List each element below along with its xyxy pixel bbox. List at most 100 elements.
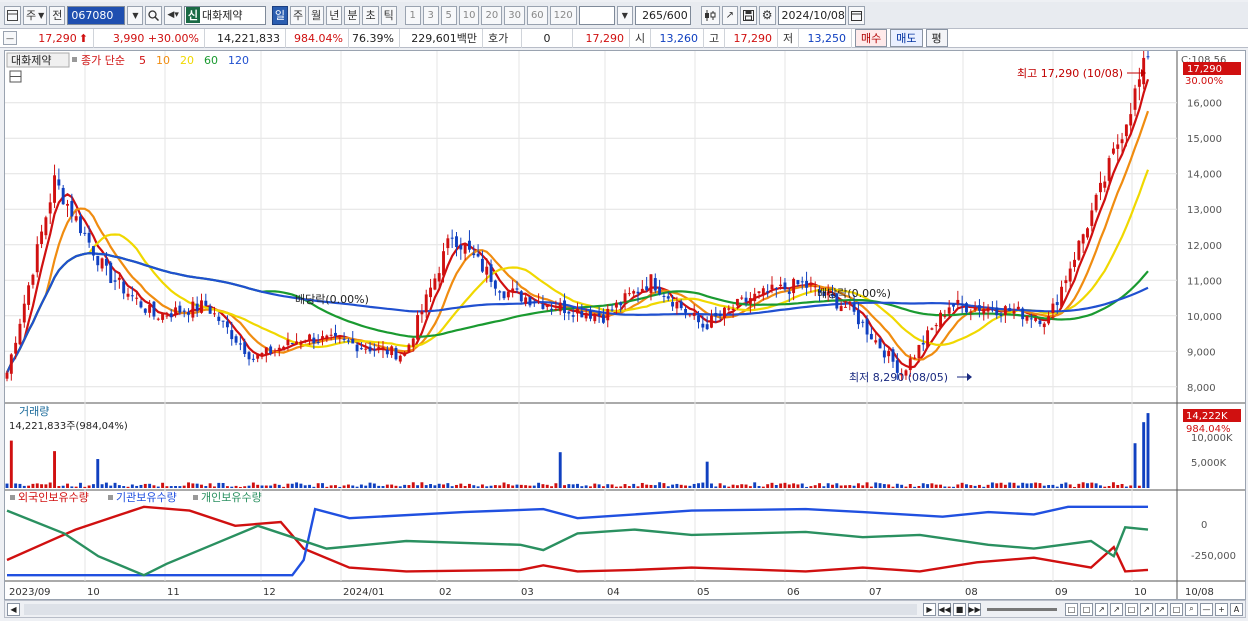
tool-icon-3[interactable]: ↗ xyxy=(1095,602,1108,616)
tick-step-2[interactable]: 5 xyxy=(440,5,457,25)
chart-area[interactable]: 대화제약 종가 단순 5 10 20 60 120 C:108.56 16,000 15,… xyxy=(4,44,1246,600)
sell-button[interactable]: 매도 xyxy=(890,29,923,47)
period-tab-4[interactable]: 분 xyxy=(344,5,361,25)
search-icon[interactable] xyxy=(145,5,163,25)
volume-bar xyxy=(260,485,264,488)
volume-bar xyxy=(213,486,216,488)
zoom-out-icon[interactable]: — xyxy=(1200,602,1213,616)
stock-code-input[interactable]: 067080 xyxy=(67,5,126,25)
font-size-icon[interactable]: A xyxy=(1230,602,1243,616)
period-tab-2[interactable]: 월 xyxy=(308,5,325,25)
candle-body xyxy=(213,313,216,315)
speaker-icon[interactable]: ◀▾ xyxy=(164,5,182,25)
candle-body xyxy=(1073,259,1076,267)
custom-step-input[interactable] xyxy=(578,5,615,25)
prev-button[interactable]: 전 xyxy=(49,5,66,25)
volume-bar xyxy=(580,486,584,488)
candle-body xyxy=(601,314,605,323)
period-tab-5[interactable]: 초 xyxy=(362,5,379,25)
scroll-track[interactable] xyxy=(24,603,917,615)
gear-icon[interactable]: ⚙ xyxy=(758,5,776,25)
tick-step-6[interactable]: 60 xyxy=(526,5,548,25)
candle-body xyxy=(990,309,994,311)
scroll-left-icon[interactable]: ◀ xyxy=(7,602,20,616)
play-icon[interactable]: ▶ xyxy=(923,602,936,616)
candle-body xyxy=(351,338,355,344)
candle-body xyxy=(1008,308,1012,312)
candle-body xyxy=(442,251,445,276)
volume-bar xyxy=(960,482,964,488)
info-toggle-icon[interactable]: — xyxy=(3,31,17,45)
tool-icon-5[interactable]: □ xyxy=(1125,602,1138,616)
candle-body xyxy=(580,310,584,318)
count-field[interactable]: 265 /600 xyxy=(634,5,691,25)
tick-step-0[interactable]: 1 xyxy=(404,5,421,25)
count-value: 265 xyxy=(642,8,664,22)
candle-body xyxy=(35,244,39,273)
candle-body xyxy=(965,303,968,313)
chart-svg[interactable]: 대화제약 종가 단순 5 10 20 60 120 C:108.56 16,00015,… xyxy=(5,44,1245,599)
volume-bar xyxy=(688,485,692,488)
code-dropdown-icon[interactable]: ▼ xyxy=(127,5,144,25)
volume-bar xyxy=(282,486,286,488)
period-tab-1[interactable]: 주 xyxy=(289,5,307,25)
candle-body xyxy=(917,344,921,359)
candle-body xyxy=(455,236,458,248)
volume-bar xyxy=(476,486,480,488)
buy-button[interactable]: 매수 xyxy=(855,29,888,47)
layout-icon[interactable] xyxy=(4,5,21,25)
tool-icon-7[interactable]: ↗ xyxy=(1155,602,1168,616)
volume-bar xyxy=(757,486,761,488)
volume-bar xyxy=(1068,484,1072,488)
candle-body xyxy=(117,277,121,280)
volume-bar xyxy=(627,486,631,488)
price-tick-label: 16,000 xyxy=(1187,99,1222,110)
eval-button[interactable]: 평 xyxy=(925,29,948,47)
candle-body xyxy=(113,280,117,282)
zoom-slider[interactable] xyxy=(987,607,1057,611)
volume-bar xyxy=(243,486,247,488)
tool-icon-2[interactable]: □ xyxy=(1080,602,1093,616)
candle-body xyxy=(537,301,541,303)
date-input[interactable]: 2024/10/08 xyxy=(777,5,846,25)
zoom-in-icon[interactable]: + xyxy=(1215,602,1228,616)
save-icon[interactable] xyxy=(739,5,757,25)
volume-bar xyxy=(398,486,402,488)
candle-body xyxy=(848,301,852,305)
tool-icon-1[interactable]: □ xyxy=(1065,602,1078,616)
candle-body xyxy=(247,352,251,360)
candle-body xyxy=(805,280,809,288)
stop-icon[interactable]: ■ xyxy=(953,602,966,616)
zoom-search-icon[interactable]: ⌕ xyxy=(1185,602,1198,616)
tool-icon-4[interactable]: ↗ xyxy=(1110,602,1123,616)
step-dropdown-icon[interactable]: ▼ xyxy=(616,5,633,25)
compare-icon[interactable]: ↗ xyxy=(721,5,738,25)
volume-bar xyxy=(286,483,290,488)
candle-body xyxy=(1111,148,1115,154)
candle-type-icon[interactable] xyxy=(700,5,720,25)
rewind-icon[interactable]: ◀◀ xyxy=(938,602,951,616)
volume-bar xyxy=(679,484,683,488)
tick-step-1[interactable]: 3 xyxy=(422,5,439,25)
volume-bar xyxy=(826,483,830,488)
candle-body xyxy=(757,291,761,294)
tool-icon-6[interactable]: ↗ xyxy=(1140,602,1153,616)
type-selector[interactable]: 주 ▼ xyxy=(23,5,48,25)
candle-body xyxy=(377,347,381,349)
fast-forward-icon[interactable]: ▶▶ xyxy=(968,602,981,616)
tick-step-7[interactable]: 120 xyxy=(549,5,577,25)
tick-step-5[interactable]: 30 xyxy=(504,5,525,25)
calendar-icon[interactable] xyxy=(847,5,865,25)
volume-bar xyxy=(139,484,143,488)
candle-body xyxy=(891,349,895,362)
tool-icon-8[interactable]: □ xyxy=(1170,602,1183,616)
period-tab-3[interactable]: 년 xyxy=(326,5,343,25)
tick-step-4[interactable]: 20 xyxy=(481,5,503,25)
period-tab-6[interactable]: 틱 xyxy=(380,5,397,25)
tick-step-3[interactable]: 10 xyxy=(458,5,480,25)
volume-bar xyxy=(485,486,489,488)
volume-bar xyxy=(908,484,912,488)
stock-name-field[interactable]: 신 대화제약 xyxy=(183,5,266,25)
candle-body xyxy=(308,334,311,341)
period-tab-0[interactable]: 일 xyxy=(271,5,288,25)
